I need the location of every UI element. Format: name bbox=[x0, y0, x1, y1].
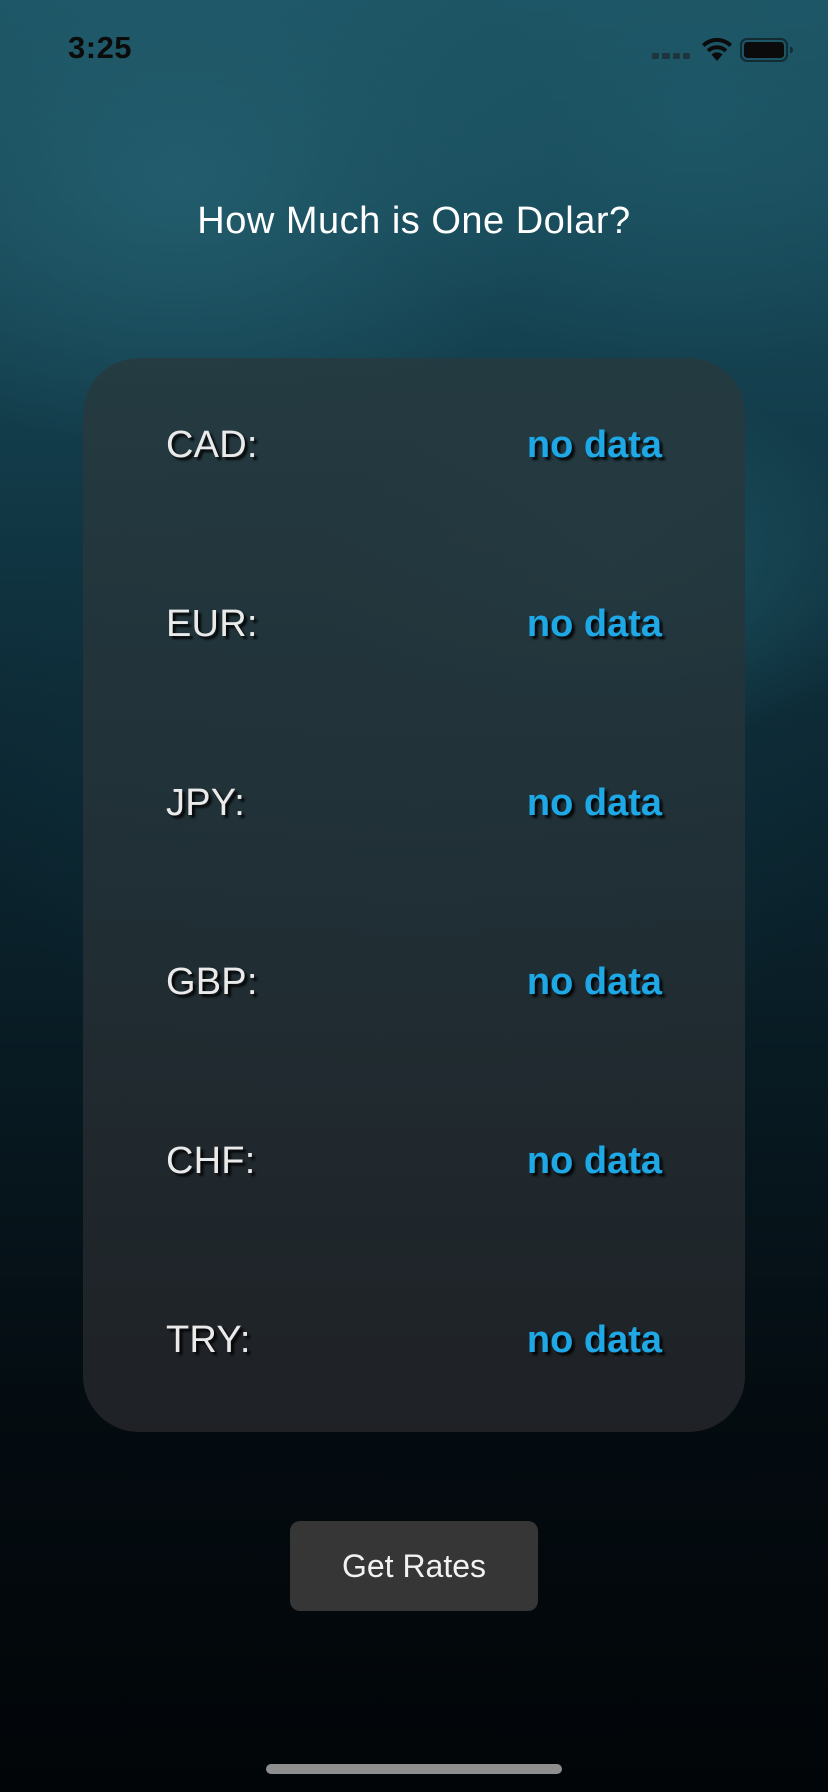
rate-value: no data bbox=[526, 1319, 662, 1361]
rate-value: no data bbox=[526, 603, 662, 645]
currency-code-label: GBP: bbox=[166, 961, 258, 1003]
rates-card: CAD: no data EUR: no data JPY: no data G… bbox=[83, 358, 745, 1432]
status-time: 3:25 bbox=[68, 30, 133, 65]
currency-code-label: CHF: bbox=[166, 1140, 256, 1182]
cellular-signal-icon bbox=[652, 53, 690, 61]
rate-row-chf: CHF: no data bbox=[166, 1132, 662, 1192]
currency-code-label: CAD: bbox=[166, 424, 258, 466]
rate-row-try: TRY: no data bbox=[166, 1311, 662, 1371]
rate-value: no data bbox=[526, 424, 662, 466]
home-indicator[interactable] bbox=[266, 1764, 562, 1774]
rate-value: no data bbox=[526, 961, 662, 1003]
rate-row-jpy: JPY: no data bbox=[166, 774, 662, 834]
status-bar: 3:25 bbox=[0, 0, 828, 100]
currency-code-label: JPY: bbox=[166, 782, 245, 824]
battery-icon bbox=[740, 38, 793, 62]
page-title: How Much is One Dolar? bbox=[197, 200, 631, 242]
rate-value: no data bbox=[526, 1140, 662, 1182]
rate-row-eur: EUR: no data bbox=[166, 595, 662, 655]
wifi-icon bbox=[702, 37, 732, 61]
get-rates-button[interactable]: Get Rates bbox=[290, 1521, 538, 1611]
rate-value: no data bbox=[526, 782, 662, 824]
rate-row-gbp: GBP: no data bbox=[166, 953, 662, 1013]
rate-row-cad: CAD: no data bbox=[166, 416, 662, 476]
currency-code-label: EUR: bbox=[166, 603, 258, 645]
currency-code-label: TRY: bbox=[166, 1319, 251, 1361]
